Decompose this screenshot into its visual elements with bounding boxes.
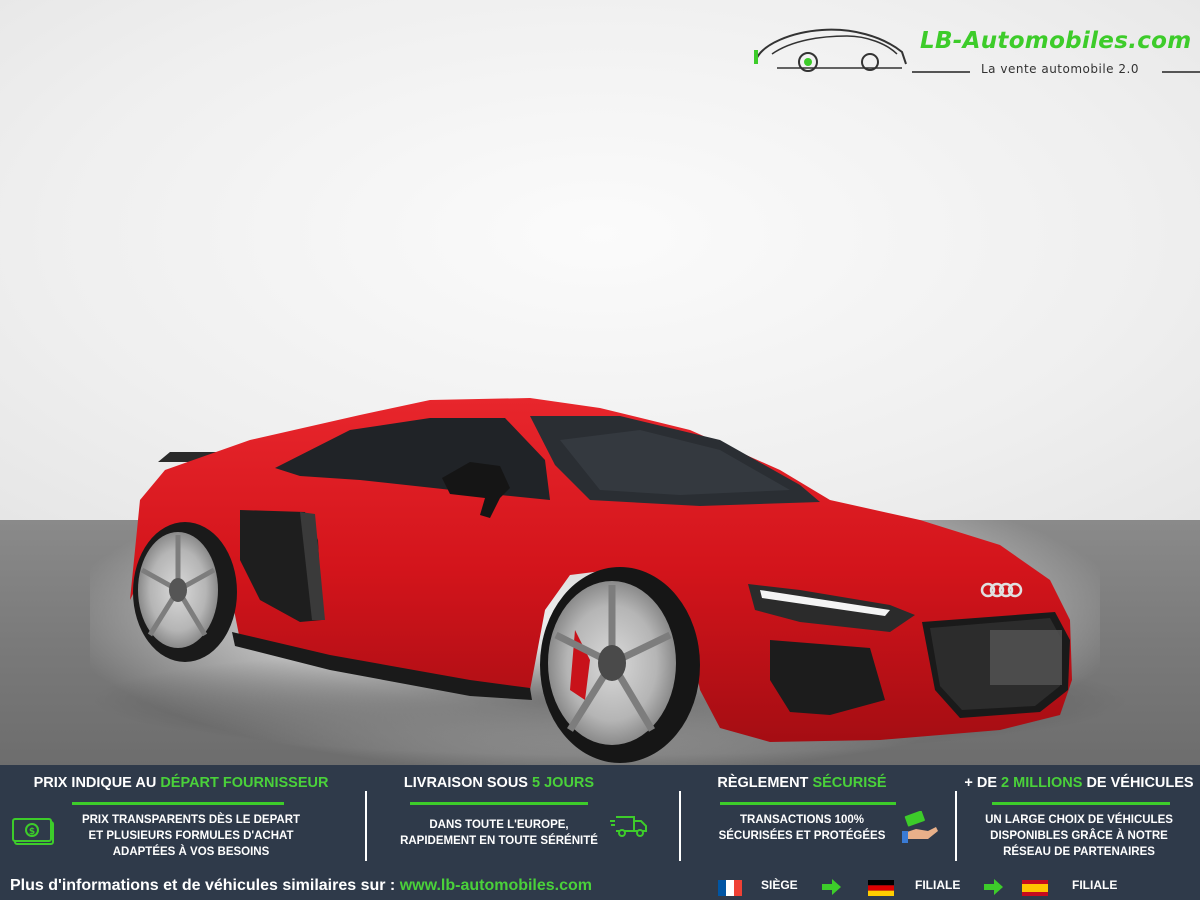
- red-sports-car-image: [90, 398, 1130, 763]
- feature-line: DANS TOUTE L'EUROPE,: [429, 819, 569, 831]
- feature-line: SÉCURISÉES ET PROTÉGÉES: [718, 830, 886, 842]
- feature-line: PRIX TRANSPARENTS DÈS LE DEPART: [81, 814, 301, 826]
- feature-title-prefix: PRIX INDIQUE AU: [33, 775, 161, 791]
- feature-underline: [410, 802, 588, 805]
- feature-title-accent: 2 MILLIONS: [1001, 775, 1083, 791]
- feature-title-suffix: DE VÉHICULES: [1082, 775, 1194, 791]
- feature-title: LIVRAISON SOUS 5 JOURS: [370, 775, 628, 791]
- info-text: Plus d'informations et de véhicules simi…: [10, 877, 592, 895]
- website-link[interactable]: www.lb-automobiles.com: [400, 877, 592, 894]
- column-divider: [679, 791, 681, 861]
- car-photo: LB-Automobiles.com La vente automobile 2…: [0, 0, 1200, 765]
- feature-line: TRANSACTIONS 100%: [740, 814, 864, 826]
- feature-line: DISPONIBLES GRÂCE À NOTRE: [990, 830, 1168, 842]
- svg-text:$: $: [29, 827, 35, 837]
- arrow-right-icon: [984, 879, 1003, 895]
- feature-description: PRIX TRANSPARENTS DÈS LE DEPART ET PLUSI…: [60, 812, 322, 860]
- feature-line: RÉSEAU DE PARTENAIRES: [1003, 846, 1155, 858]
- feature-delivery: LIVRAISON SOUS 5 JOURS DANS TOUTE L'EURO…: [370, 765, 676, 865]
- info-label: Plus d'informations et de véhicules simi…: [10, 877, 400, 894]
- payment-hand-icon: [902, 811, 938, 843]
- info-bar: Plus d'informations et de véhicules simi…: [0, 873, 1200, 900]
- france-flag-icon: [718, 880, 742, 896]
- feature-title-prefix: + DE: [964, 775, 1002, 791]
- feature-title: RÈGLEMENT SÉCURISÉ: [684, 775, 920, 791]
- column-divider: [365, 791, 367, 861]
- location-label-filiale: FILIALE: [1072, 878, 1118, 892]
- feature-title-accent: DÉPART FOURNISSEUR: [160, 775, 329, 791]
- location-label-filiale: FILIALE: [915, 878, 961, 892]
- feature-title-prefix: LIVRAISON SOUS: [403, 775, 533, 791]
- feature-title: + DE 2 MILLIONS DE VÉHICULES: [958, 775, 1200, 791]
- feature-title: PRIX INDIQUE AU DÉPART FOURNISSEUR: [0, 775, 362, 791]
- feature-description: UN LARGE CHOIX DE VÉHICULES DISPONIBLES …: [958, 812, 1200, 860]
- feature-title-accent: SÉCURISÉ: [812, 775, 887, 791]
- feature-description: DANS TOUTE L'EUROPE, RAPIDEMENT EN TOUTE…: [370, 817, 628, 849]
- feature-line: RAPIDEMENT EN TOUTE SÉRÉNITÉ: [400, 835, 598, 847]
- arrow-right-icon: [822, 879, 841, 895]
- tagline-rule-right: [1162, 71, 1200, 73]
- feature-vehicles: + DE 2 MILLIONS DE VÉHICULES UN LARGE CH…: [958, 765, 1200, 865]
- feature-payment: RÈGLEMENT SÉCURISÉ TRANSACTIONS 100% SÉC…: [684, 765, 952, 865]
- feature-title-accent: 5 JOURS: [532, 775, 595, 791]
- logo-brand-text: LB-Automobiles.com: [920, 28, 1192, 54]
- car-outline-logo-icon: [754, 28, 907, 72]
- feature-price: PRIX INDIQUE AU DÉPART FOURNISSEUR $ PRI…: [0, 765, 362, 865]
- money-icon: $: [12, 818, 54, 845]
- tagline-rule-left: [912, 71, 970, 73]
- feature-line: UN LARGE CHOIX DE VÉHICULES: [985, 814, 1173, 826]
- lb-automobiles-logo[interactable]: LB-Automobiles.com La vente automobile 2…: [752, 24, 1200, 80]
- feature-title-prefix: RÈGLEMENT: [717, 775, 813, 791]
- feature-line: ADAPTÉES À VOS BESOINS: [112, 846, 270, 858]
- info-banner: PRIX INDIQUE AU DÉPART FOURNISSEUR $ PRI…: [0, 765, 1200, 900]
- feature-line: ET PLUSIEURS FORMULES D'ACHAT: [88, 830, 294, 842]
- feature-underline: [720, 802, 896, 805]
- location-label-siege: SIÈGE: [761, 878, 798, 892]
- feature-description: TRANSACTIONS 100% SÉCURISÉES ET PROTÉGÉE…: [684, 812, 920, 844]
- germany-flag-icon: [868, 880, 894, 896]
- column-divider: [955, 791, 957, 861]
- spain-flag-icon: [1022, 880, 1048, 896]
- logo-tagline: La vente automobile 2.0: [981, 62, 1139, 76]
- delivery-truck-icon: [610, 816, 647, 837]
- feature-underline: [992, 802, 1170, 805]
- feature-underline: [72, 802, 284, 805]
